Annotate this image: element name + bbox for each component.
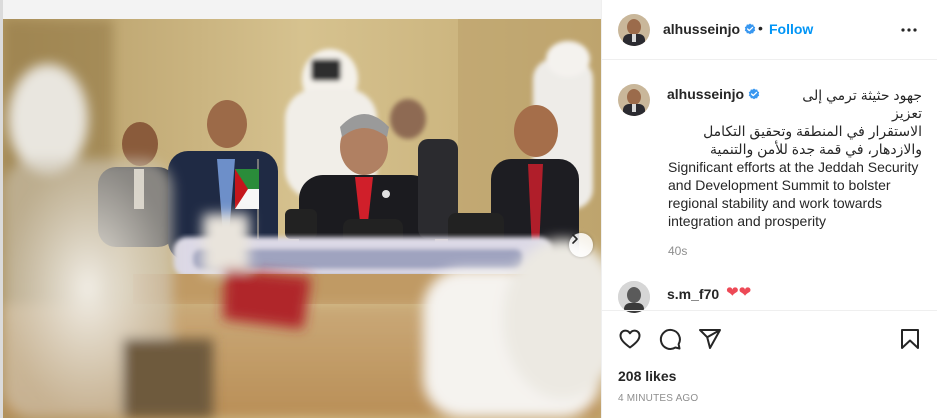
carousel-next-icon [572, 234, 578, 244]
more-options-icon[interactable] [898, 22, 920, 38]
follow-button[interactable]: Follow [769, 21, 813, 37]
comment-icon[interactable] [658, 327, 682, 351]
header-separator: • [758, 20, 763, 36]
save-bookmark-icon[interactable] [898, 327, 922, 351]
post-header: alhusseinjo • Follow [602, 0, 937, 60]
caption-timestamp[interactable]: 40s [668, 244, 687, 258]
comment-username[interactable]: s.m_f70 [667, 286, 719, 302]
author-username[interactable]: alhusseinjo [663, 21, 756, 37]
caption-arabic: جهود حثيثة ترمي إلى تعزيز الاستقرار في ا… [666, 86, 922, 158]
caption-arabic-line-3: والازدهار، في قمة جدة للأمن والتنمية [710, 141, 922, 157]
caption-author-avatar[interactable] [618, 84, 650, 116]
caption-arabic-line-2: الاستقرار في المنطقة وتحقيق التكامل [703, 123, 922, 139]
avatar-image [618, 281, 650, 313]
share-icon[interactable] [698, 327, 722, 351]
author-username-text[interactable]: alhusseinjo [663, 21, 740, 37]
commenter-avatar[interactable] [618, 281, 650, 313]
caption-english: Significant efforts at the Jeddah Securi… [668, 159, 919, 229]
post-media[interactable] [3, 19, 601, 418]
likes-count[interactable]: 208 likes [618, 368, 676, 384]
carousel-next-button[interactable] [569, 233, 593, 257]
post-side-panel: alhusseinjo • Follow alhusseinjo جهود حث… [601, 0, 937, 418]
post-actions: 208 likes 4 MINUTES AGO [602, 310, 937, 418]
post-photo [3, 19, 601, 418]
like-heart-icon[interactable] [618, 327, 642, 351]
caption-arabic-line-1: جهود حثيثة ترمي إلى تعزيز [802, 87, 922, 121]
avatar-image [618, 14, 650, 46]
author-avatar[interactable] [618, 14, 650, 46]
post-timestamp[interactable]: 4 MINUTES AGO [618, 393, 698, 404]
verified-badge-icon [744, 23, 756, 35]
top-strip [0, 0, 601, 19]
comment-text: ❤❤ [726, 284, 752, 301]
avatar-image [618, 84, 650, 116]
